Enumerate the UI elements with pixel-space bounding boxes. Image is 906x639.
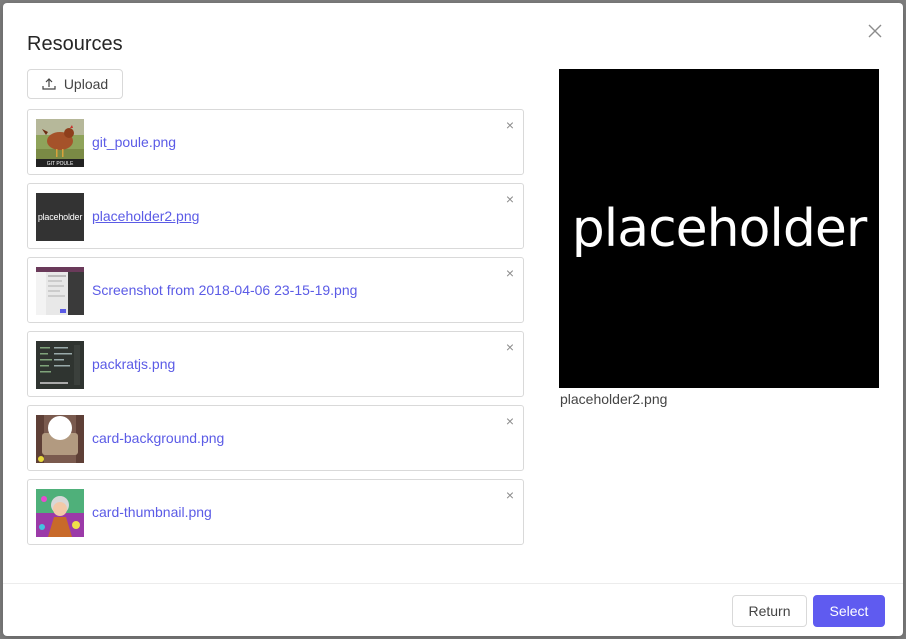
modal-title: Resources	[27, 33, 123, 55]
list-item[interactable]: card-background.png ×	[27, 405, 524, 471]
modal-footer: Return Select	[3, 583, 903, 637]
list-item[interactable]: placeholder placeholder2.png ×	[27, 183, 524, 249]
remove-file-button[interactable]: ×	[506, 414, 514, 428]
file-thumbnail	[36, 267, 84, 315]
close-icon	[868, 24, 882, 38]
file-thumbnail: placeholder	[36, 193, 84, 241]
file-thumbnail	[36, 489, 84, 537]
remove-file-button[interactable]: ×	[506, 488, 514, 502]
return-button[interactable]: Return	[732, 595, 807, 627]
remove-file-button[interactable]: ×	[506, 340, 514, 354]
list-item[interactable]: packratjs.png ×	[27, 331, 524, 397]
preview-caption: placeholder2.png	[560, 391, 668, 407]
list-item[interactable]: GIT POULE git_poule.png ×	[27, 109, 524, 175]
image-preview: placeholder	[559, 69, 879, 388]
upload-label: Upload	[63, 76, 109, 92]
list-item[interactable]: card-thumbnail.png ×	[27, 479, 524, 545]
preview-image-text: placeholder	[571, 198, 867, 259]
thumb-caption: GIT POULE	[47, 161, 74, 167]
thumb-text: placeholder	[37, 212, 83, 222]
file-list: GIT POULE git_poule.png × placeholder pl…	[27, 109, 524, 553]
file-thumbnail	[36, 415, 84, 463]
remove-file-button[interactable]: ×	[506, 266, 514, 280]
file-name-link[interactable]: packratjs.png	[92, 355, 175, 373]
file-name-link[interactable]: card-thumbnail.png	[92, 503, 212, 521]
file-name-link[interactable]: Screenshot from 2018-04-06 23-15-19.png	[92, 281, 357, 299]
select-button[interactable]: Select	[813, 595, 885, 627]
file-name-link[interactable]: card-background.png	[92, 429, 224, 447]
resources-modal: Resources Upload GIT POULE git_poule.png…	[3, 3, 903, 636]
close-button[interactable]	[865, 21, 885, 41]
list-item[interactable]: Screenshot from 2018-04-06 23-15-19.png …	[27, 257, 524, 323]
file-name-link[interactable]: git_poule.png	[92, 133, 176, 151]
upload-icon	[42, 78, 56, 90]
upload-button[interactable]: Upload	[27, 69, 123, 99]
remove-file-button[interactable]: ×	[506, 192, 514, 206]
file-name-link[interactable]: placeholder2.png	[92, 207, 199, 225]
file-thumbnail	[36, 341, 84, 389]
file-thumbnail: GIT POULE	[36, 119, 84, 167]
remove-file-button[interactable]: ×	[506, 118, 514, 132]
